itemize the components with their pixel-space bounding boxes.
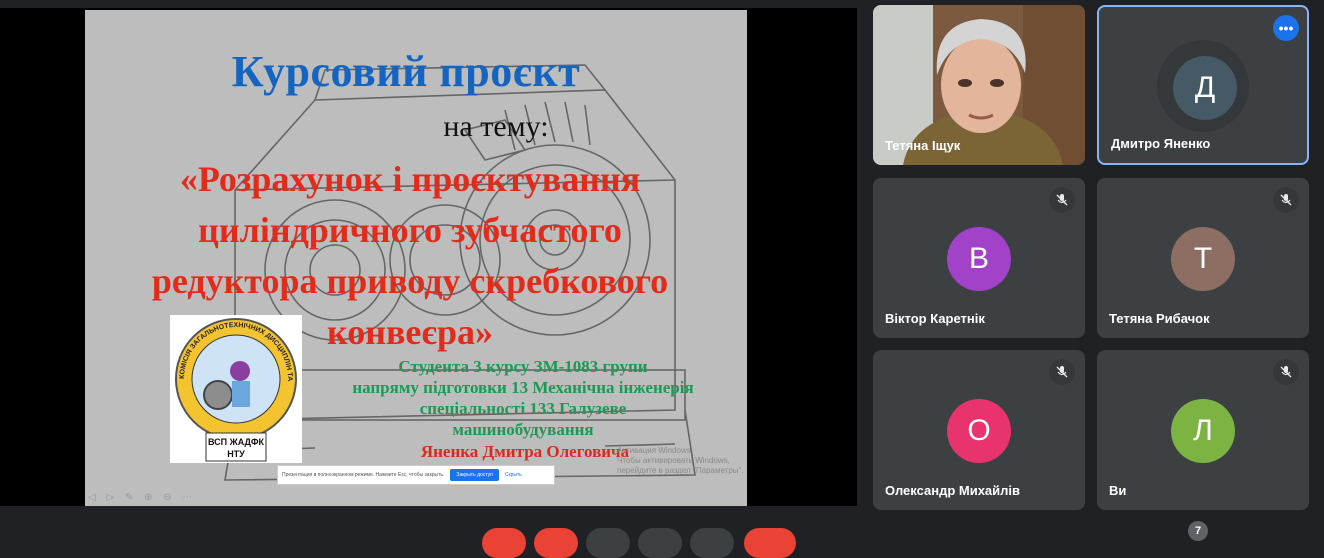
participant-name: Дмитро Яненко <box>1111 136 1211 151</box>
more-options-button[interactable]: ••• <box>1273 15 1299 41</box>
student-line: машинобудування <box>452 420 594 439</box>
sharing-notice-bar: Презентация в полноэкранном режиме. Нажм… <box>277 465 555 485</box>
topic-line: редуктора приводу скребкового <box>151 261 669 301</box>
present-button[interactable] <box>690 528 734 558</box>
participant-name: Тетяна Рибачок <box>1109 311 1210 326</box>
participant-tile[interactable]: Д ••• Дмитро Яненко <box>1097 5 1309 165</box>
slide-title: Курсовий проєкт <box>231 47 581 96</box>
presentation-slide: Курсовий проєкт на тему: «Розрахунок і п… <box>85 10 747 506</box>
more-dots-icon: ••• <box>1278 20 1294 36</box>
topic-line: циліндричного зубчастого <box>198 210 622 250</box>
topic-line: «Розрахунок і проєктування <box>179 159 641 199</box>
student-info: Студента 3 курсу ЗМ-1083 групи напряму п… <box>323 356 723 440</box>
avatar: В <box>947 227 1011 291</box>
mic-toggle-button[interactable] <box>482 528 526 558</box>
participant-tile[interactable]: Т Тетяна Рибачок <box>1097 178 1309 338</box>
participant-tile[interactable]: В Віктор Каретнік <box>873 178 1085 338</box>
captions-button[interactable] <box>586 528 630 558</box>
student-line: напряму підготовки 13 Механічна інженері… <box>352 378 694 397</box>
windows-activation-watermark: Активация Windows Чтобы активировать Win… <box>617 446 747 476</box>
notice-text: Презентация в полноэкранном режиме. Нажм… <box>282 472 445 478</box>
avatar: О <box>947 399 1011 463</box>
participant-tile-self[interactable]: Л Ви <box>1097 350 1309 510</box>
leave-call-button[interactable] <box>744 528 796 558</box>
avatar: Л <box>1171 399 1235 463</box>
participant-tile[interactable]: О Олександр Михайлів <box>873 350 1085 510</box>
mic-off-icon <box>1273 187 1299 213</box>
avatar: Т <box>1171 227 1235 291</box>
presentation-area: Курсовий проєкт на тему: «Розрахунок і п… <box>0 8 857 506</box>
commission-logo: ВСП ЖАДФК НТУ КОМІСІЯ ЗАГАЛЬНОТЕХНІЧНИХ … <box>166 308 302 463</box>
participant-name: Олександр Михайлів <box>885 483 1021 498</box>
slide-subtitle: на тему: <box>443 110 549 143</box>
slide-toolbar[interactable]: ◁ ▷ ✎ ⊕ ⊖ ⋯ <box>88 492 196 503</box>
stop-sharing-button[interactable]: Закрыть доступ <box>450 469 499 481</box>
people-count-badge[interactable]: 7 <box>1188 521 1208 541</box>
participant-name: Тетяна Іщук <box>885 138 961 153</box>
mic-off-icon <box>1049 359 1075 385</box>
participant-name: Ви <box>1109 483 1127 498</box>
student-line: спеціальності 133 Галузеве <box>419 399 627 418</box>
activation-text: Чтобы активировать Windows, перейдите в … <box>617 456 744 475</box>
logo-caption-1: ВСП ЖАДФК <box>208 437 265 447</box>
mic-off-icon <box>1273 359 1299 385</box>
hide-notice-link[interactable]: Скрыть <box>505 472 522 478</box>
participant-tile-video[interactable]: Тетяна Іщук <box>873 5 1085 165</box>
raise-hand-button[interactable] <box>638 528 682 558</box>
activation-title: Активация Windows <box>617 446 691 455</box>
avatar: Д <box>1173 56 1237 120</box>
student-line: Студента 3 курсу ЗМ-1083 групи <box>398 357 648 376</box>
logo-caption-2: НТУ <box>227 449 245 459</box>
participant-name: Віктор Каретнік <box>885 311 985 326</box>
camera-toggle-button[interactable] <box>534 528 578 558</box>
mic-off-icon <box>1049 187 1075 213</box>
